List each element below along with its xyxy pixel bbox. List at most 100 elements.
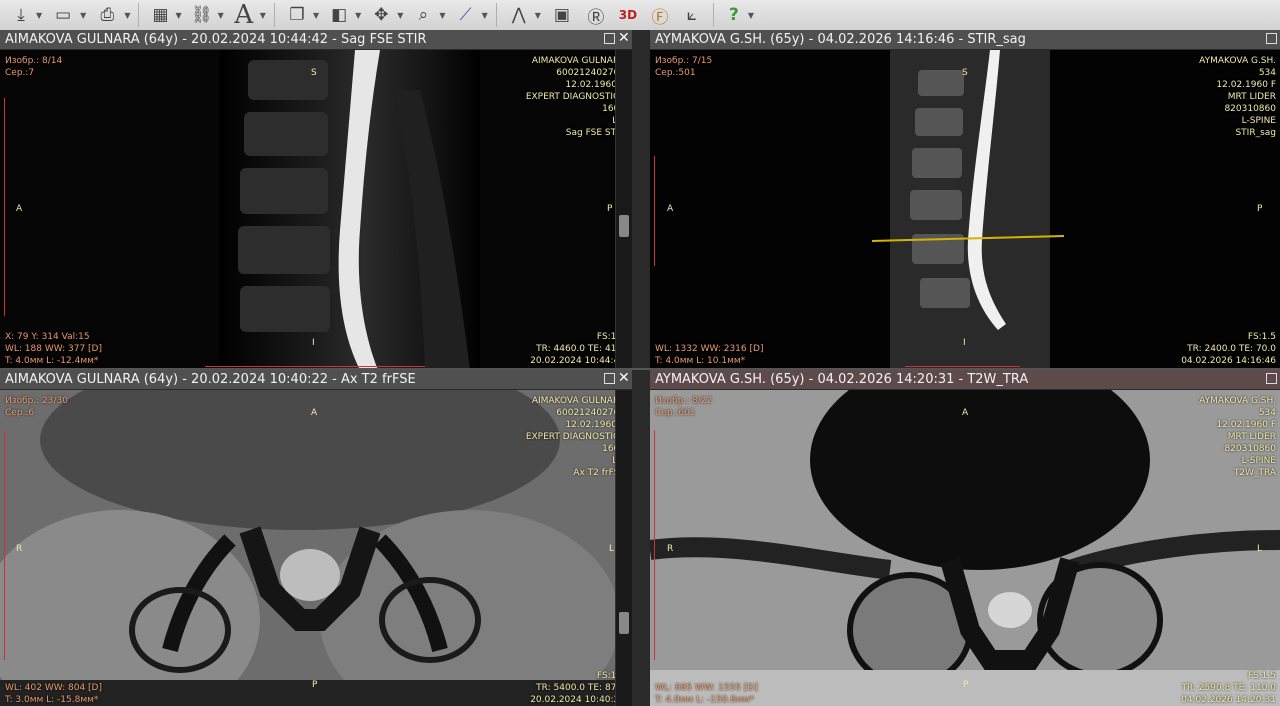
mri-image-sagittal-stir[interactable]: Изобр.: 8/14 Сер.:7 AIMAKOVA GULNARA 600…: [0, 50, 632, 370]
viewport-title[interactable]: AIMAKOVA GULNARA (64y) - 20.02.2024 10:4…: [0, 30, 632, 50]
orientation-bottom: P: [312, 680, 318, 690]
print-icon[interactable]: ⎙: [90, 1, 124, 29]
overlay-top-left: Изобр.: 8/22 Сер.:601: [655, 395, 712, 419]
viewport-bottom-right[interactable]: AYMAKOVA G.SH. (65y) - 04.02.2026 14:20:…: [650, 370, 1280, 706]
orientation-left: A: [16, 204, 23, 214]
study-id: 1605: [602, 104, 625, 114]
magnify-icon[interactable]: ⌕: [407, 1, 439, 29]
viewport-title[interactable]: AYMAKOVA G.SH. (65y) - 04.02.2026 14:20:…: [650, 370, 1280, 390]
patient-id: 534: [1258, 408, 1276, 418]
overlay-bottom-left: WL: 402 WW: 804 [D] T: 3.0мм L: -15.8мм*: [5, 682, 102, 706]
slice-scrollbar-thumb[interactable]: [619, 215, 629, 237]
slice-scrollbar[interactable]: [615, 50, 632, 370]
vertical-scale-ruler: [654, 156, 658, 266]
close-icon[interactable]: ✕: [618, 371, 630, 385]
link-icon[interactable]: ⛓: [186, 1, 218, 29]
viewport-bottom-left[interactable]: AIMAKOVA GULNARA (64y) - 20.02.2024 10:4…: [0, 370, 632, 706]
viewport-top-left[interactable]: AIMAKOVA GULNARA (64y) - 20.02.2024 10:4…: [0, 30, 632, 370]
viewport-title[interactable]: AYMAKOVA G.SH. (65y) - 04.02.2026 14:16:…: [650, 30, 1280, 50]
copy-icon[interactable]: ❐: [281, 1, 313, 29]
measure-angle-icon[interactable]: ⟀: [677, 1, 707, 29]
toolbar-separator: [495, 3, 497, 27]
orientation-right: P: [1257, 204, 1263, 214]
move-icon[interactable]: ✥: [365, 1, 397, 29]
dropdown-arrow-icon[interactable]: ▼: [80, 11, 86, 20]
tr-te: TR: 2590.8 TE: 110.0: [1181, 683, 1276, 693]
viewport-title-text: AIMAKOVA GULNARA (64y) - 20.02.2024 10:4…: [5, 32, 427, 47]
viewport-divider-horizontal[interactable]: [0, 368, 1280, 370]
overlay-top-left: Изобр.: 8/14 Сер.:7: [5, 55, 62, 79]
localizer-icon[interactable]: ⋀: [503, 1, 535, 29]
maximize-icon[interactable]: [604, 373, 615, 384]
overlay-top-right: AYMAKOVA G.SH. 534 12.02.1960 F MRT LIDE…: [1199, 395, 1276, 479]
image-index: Изобр.: 8/22: [655, 396, 713, 406]
mri-image-axial-t2[interactable]: Изобр.: 8/22 Сер.:601 AYMAKOVA G.SH. 534…: [650, 390, 1280, 706]
slice-scrollbar[interactable]: [615, 390, 632, 706]
dropdown-arrow-icon[interactable]: ▼: [218, 11, 224, 20]
body-part: L-SPINE: [1241, 456, 1276, 466]
viewport-title-text: AIMAKOVA GULNARA (64y) - 20.02.2024 10:4…: [5, 372, 416, 387]
dropdown-arrow-icon[interactable]: ▼: [748, 11, 754, 20]
window-level-icon[interactable]: ◧: [323, 1, 355, 29]
toolbar-separator: [273, 3, 275, 27]
maximize-icon[interactable]: [604, 33, 615, 44]
patient-id: 600212402764: [556, 408, 625, 418]
annotation-text-icon[interactable]: A: [228, 0, 260, 30]
save-icon[interactable]: ▭: [46, 1, 80, 29]
viewport-controls: [1266, 373, 1277, 384]
dropdown-arrow-icon[interactable]: ▼: [355, 11, 361, 20]
orientation-bottom: I: [312, 338, 315, 348]
dropdown-arrow-icon[interactable]: ▼: [397, 11, 403, 20]
reconstruct-icon[interactable]: Ⓡ: [581, 1, 611, 29]
help-icon[interactable]: ?: [720, 1, 748, 29]
dropdown-arrow-icon[interactable]: ▼: [260, 11, 266, 20]
dropdown-arrow-icon[interactable]: ▼: [124, 11, 130, 20]
3d-icon[interactable]: 3D: [613, 1, 643, 29]
fusion-icon[interactable]: Ⓕ: [645, 1, 675, 29]
mri-image-sagittal-stir[interactable]: Изобр.: 7/15 Сер.:501 AYMAKOVA G.SH. 534…: [650, 50, 1280, 370]
orientation-top: A: [311, 408, 318, 418]
patient-name: AYMAKOVA G.SH.: [1199, 396, 1276, 406]
maximize-icon[interactable]: [1266, 33, 1277, 44]
overlay-top-right: AIMAKOVA GULNARA 600212402764 12.02.1960…: [526, 395, 625, 479]
orientation-right: P: [607, 204, 613, 214]
birth-date-sex: 12.02.1960 F: [565, 80, 625, 90]
birth-date-sex: 12.02.1960 F: [1216, 420, 1276, 430]
overlay-bottom-right: FS:1.5 TR: 2590.8 TE: 110.0 04.02.2026 1…: [1181, 670, 1276, 706]
series-index: Сер.:7: [5, 68, 35, 78]
orientation-left: A: [667, 204, 674, 214]
slice-scrollbar-thumb[interactable]: [619, 612, 629, 634]
study-id: 820310860: [1224, 444, 1276, 454]
viewport-title[interactable]: AIMAKOVA GULNARA (64y) - 20.02.2024 10:4…: [0, 370, 632, 390]
series-description: STIR_sag: [1235, 128, 1276, 138]
overlay-bottom-right: FS:1.5 TR: 5400.0 TE: 87.7 20.02.2024 10…: [530, 670, 625, 706]
tr-te: TR: 5400.0 TE: 87.7: [536, 683, 625, 693]
dropdown-arrow-icon[interactable]: ▼: [535, 11, 541, 20]
measure-icon[interactable]: ⟋: [450, 1, 482, 29]
overlay-bottom-left: X: 79 Y: 314 Val:15 WL: 188 WW: 377 [D] …: [5, 331, 102, 367]
field-strength: FS:1.5: [1247, 671, 1276, 681]
viewport-top-right[interactable]: AYMAKOVA G.SH. (65y) - 04.02.2026 14:16:…: [650, 30, 1280, 370]
mri-image-axial-t2[interactable]: Изобр.: 23/30 Сер.:6 AIMAKOVA GULNARA 60…: [0, 390, 632, 706]
institution: EXPERT DIAGNOSTICS: [525, 92, 625, 102]
series-description: Ax T2 frFSE: [573, 468, 625, 478]
study-id: 820310860: [1224, 104, 1276, 114]
dropdown-arrow-icon[interactable]: ▼: [313, 11, 319, 20]
viewport-title-text: AYMAKOVA G.SH. (65y) - 04.02.2026 14:16:…: [655, 32, 1026, 47]
cine-icon[interactable]: ▣: [545, 1, 579, 29]
slice-info: T: 4.0мм L: -150.6мм*: [655, 695, 755, 705]
slice-info: T: 4.0мм L: 10.1мм*: [655, 356, 746, 366]
field-strength: FS:1.5: [596, 332, 625, 342]
close-icon[interactable]: ✕: [618, 31, 630, 45]
dropdown-arrow-icon[interactable]: ▼: [439, 11, 445, 20]
layout-icon[interactable]: ▦: [145, 1, 175, 29]
maximize-icon[interactable]: [1266, 373, 1277, 384]
dropdown-arrow-icon[interactable]: ▼: [175, 11, 181, 20]
dropdown-arrow-icon[interactable]: ▼: [36, 11, 42, 20]
body-part: LM: [526, 115, 625, 127]
dropdown-arrow-icon[interactable]: ▼: [482, 11, 488, 20]
acquisition-datetime: 20.02.2024 10:40:22: [530, 695, 625, 705]
vertical-scale-ruler: [654, 430, 658, 660]
download-icon[interactable]: ⤓: [6, 1, 36, 29]
acquisition-datetime: 04.02.2026 14:20:31: [1181, 695, 1276, 705]
